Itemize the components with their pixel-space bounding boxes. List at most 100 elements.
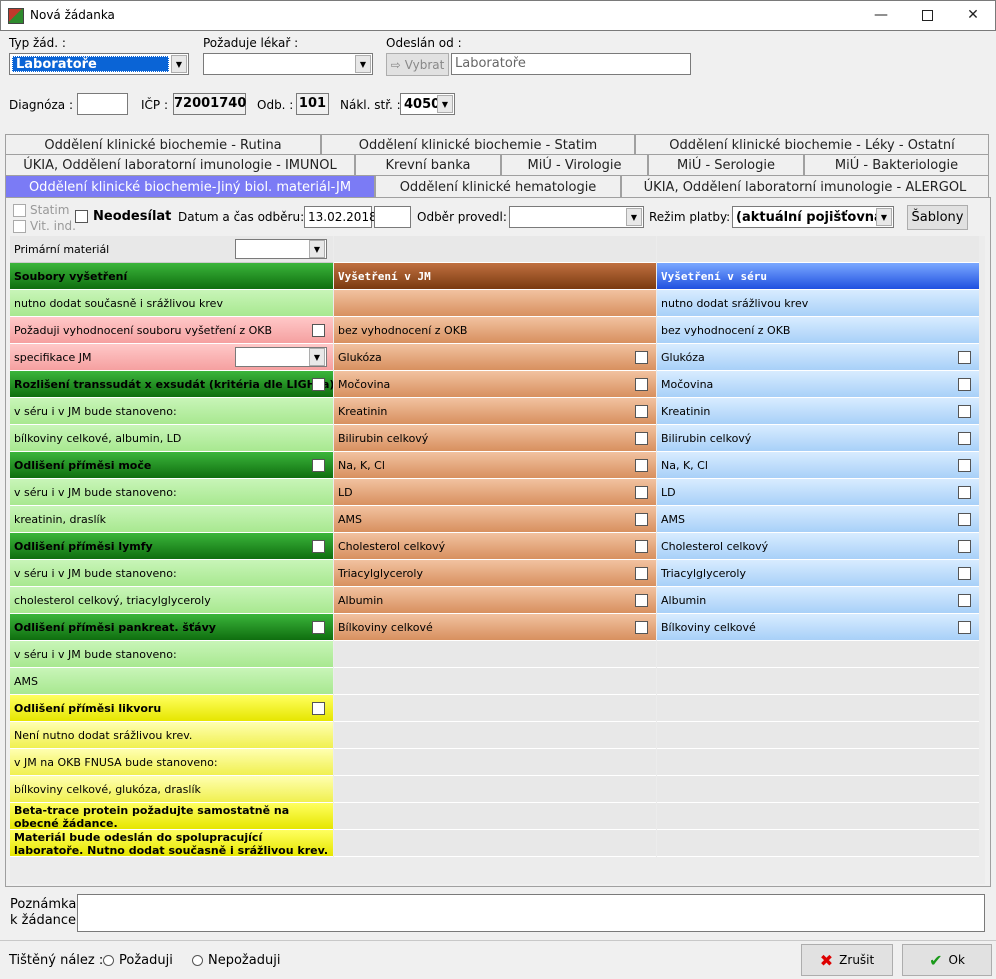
checkbox-icon[interactable]	[958, 540, 971, 553]
typ-select[interactable]: Laboratoře ▼	[9, 53, 189, 75]
checkbox-icon[interactable]	[958, 567, 971, 580]
checkbox-icon[interactable]	[312, 621, 325, 634]
specifikace-select[interactable]: ▼	[235, 347, 327, 367]
exam-checkbox-row[interactable]: Bílkoviny celkové	[657, 614, 979, 641]
exam-checkbox-row[interactable]: AMS	[657, 506, 979, 533]
primarni-select[interactable]: ▼	[235, 239, 327, 259]
checkbox-icon[interactable]	[958, 513, 971, 526]
checkbox-icon[interactable]	[635, 351, 648, 364]
tab-miu-serologie[interactable]: MiÚ - Serologie	[648, 154, 804, 175]
checkbox-icon[interactable]	[958, 432, 971, 445]
exam-checkbox-row[interactable]: LD	[334, 479, 656, 506]
exam-row[interactable]: specifikace JM ▼	[10, 344, 333, 371]
odber-select[interactable]: ▼	[509, 206, 644, 228]
exam-checkbox-row[interactable]: Bílkoviny celkové	[334, 614, 656, 641]
note-input[interactable]	[77, 894, 985, 932]
checkbox-icon[interactable]	[635, 594, 648, 607]
exam-checkbox-row[interactable]: Glukóza	[334, 344, 656, 371]
checkbox-icon[interactable]	[635, 540, 648, 553]
checkbox-icon[interactable]	[635, 567, 648, 580]
nakl-select[interactable]: 4050 ▼	[400, 93, 455, 115]
nakl-label: Nákl. stř. :	[340, 98, 401, 112]
sablony-button[interactable]: Šablony	[907, 205, 968, 230]
checkbox-icon[interactable]	[958, 351, 971, 364]
tab-okb-leky[interactable]: Oddělení klinické biochemie - Léky - Ost…	[635, 134, 989, 155]
checkbox-icon[interactable]	[635, 378, 648, 391]
exam-checkbox-row[interactable]: Triacylglyceroly	[334, 560, 656, 587]
tab-okb-jm[interactable]: Oddělení klinické biochemie-Jiný biol. m…	[5, 175, 375, 198]
exam-checkbox-row[interactable]: Odlišení příměsi pankreat. šťávy	[10, 614, 333, 641]
cas-input[interactable]	[374, 206, 411, 228]
exam-checkbox-row[interactable]: Triacylglyceroly	[657, 560, 979, 587]
exam-checkbox-row[interactable]: Kreatinin	[334, 398, 656, 425]
tab-krevni-banka[interactable]: Krevní banka	[355, 154, 501, 175]
tab-hematologie[interactable]: Oddělení klinické hematologie	[375, 175, 621, 198]
checkbox-icon[interactable]	[958, 486, 971, 499]
note-label: Poznámka k žádance	[10, 897, 76, 929]
nepozaduji-radio[interactable]: Nepožaduji	[192, 953, 280, 968]
exam-checkbox-row[interactable]: Cholesterol celkový	[657, 533, 979, 560]
exam-checkbox-row[interactable]: Močovina	[657, 371, 979, 398]
checkbox-icon[interactable]	[958, 459, 971, 472]
tab-row-2: ÚKIA, Oddělení laboratorní imunologie - …	[5, 154, 991, 175]
exam-checkbox-row[interactable]: Rozlišení transsudát x exsudát (kritéria…	[10, 371, 333, 398]
close-button[interactable]: ✕	[950, 1, 996, 29]
neodesilat-checkbox[interactable]: Neodesílat	[75, 209, 171, 224]
checkbox-icon[interactable]	[312, 324, 325, 337]
exam-checkbox-row[interactable]: AMS	[334, 506, 656, 533]
lekar-select[interactable]: ▼	[203, 53, 373, 75]
ok-button[interactable]: ✔ Ok	[902, 944, 992, 976]
tab-miu-virologie[interactable]: MiÚ - Virologie	[501, 154, 648, 175]
exam-checkbox-row[interactable]: Na, K, Cl	[334, 452, 656, 479]
statim-checkbox[interactable]: Statim	[13, 203, 69, 217]
tab-miu-bakteriologie[interactable]: MiÚ - Bakteriologie	[804, 154, 989, 175]
checkbox-icon[interactable]	[635, 405, 648, 418]
checkbox-icon[interactable]	[958, 378, 971, 391]
exam-checkbox-row[interactable]: Albumin	[334, 587, 656, 614]
exam-checkbox-row[interactable]: Požaduji vyhodnocení souboru vyšetření z…	[10, 317, 333, 344]
exam-row-label: Bílkoviny celkové	[661, 621, 756, 634]
pozaduji-radio[interactable]: Požaduji	[103, 953, 173, 968]
tab-okb-rutina[interactable]: Oddělení klinické biochemie - Rutina	[5, 134, 321, 155]
exam-row-label: Albumin	[661, 594, 707, 607]
exam-checkbox-row[interactable]: Močovina	[334, 371, 656, 398]
exam-checkbox-row[interactable]: Odlišení příměsi moče	[10, 452, 333, 479]
tab-ukia-imunol[interactable]: ÚKIA, Oddělení laboratorní imunologie - …	[5, 154, 355, 175]
maximize-button[interactable]	[904, 1, 950, 29]
vit-ind-checkbox[interactable]: Vit. ind.	[13, 219, 76, 233]
rezim-select[interactable]: (aktuální pojišťovna) ▼	[732, 206, 894, 228]
checkbox-icon[interactable]	[312, 702, 325, 715]
checkbox-icon[interactable]	[635, 513, 648, 526]
exam-checkbox-row[interactable]: Albumin	[657, 587, 979, 614]
exam-checkbox-row[interactable]: Kreatinin	[657, 398, 979, 425]
exam-checkbox-row[interactable]: Odlišení příměsi lymfy	[10, 533, 333, 560]
empty-row	[657, 695, 979, 722]
checkbox-icon[interactable]	[635, 459, 648, 472]
checkbox-icon[interactable]	[312, 540, 325, 553]
checkbox-icon[interactable]	[958, 594, 971, 607]
exam-checkbox-row[interactable]: Bilirubin celkový	[657, 425, 979, 452]
exam-checkbox-row[interactable]: LD	[657, 479, 979, 506]
checkbox-icon[interactable]	[958, 621, 971, 634]
exam-checkbox-row[interactable]: Na, K, Cl	[657, 452, 979, 479]
checkbox-icon[interactable]	[635, 432, 648, 445]
tab-ukia-alergol[interactable]: ÚKIA, Oddělení laboratorní imunologie - …	[621, 175, 989, 198]
exam-row: bez vyhodnocení z OKB	[334, 317, 656, 344]
checkbox-icon[interactable]	[635, 486, 648, 499]
minimize-button[interactable]: —	[858, 1, 904, 29]
exam-checkbox-row[interactable]: Cholesterol celkový	[334, 533, 656, 560]
vybrat-button[interactable]: ⇨ Vybrat	[386, 53, 449, 76]
tab-okb-statim[interactable]: Oddělení klinické biochemie - Statim	[321, 134, 635, 155]
statim-label: Statim	[30, 203, 70, 217]
exam-checkbox-row[interactable]: Glukóza	[657, 344, 979, 371]
checkbox-icon[interactable]	[312, 459, 325, 472]
checkbox-icon[interactable]	[958, 405, 971, 418]
datum-input[interactable]: 13.02.2018	[304, 206, 377, 228]
exam-checkbox-row[interactable]: Odlišení příměsi likvoru	[10, 695, 333, 722]
exam-checkbox-row[interactable]: Bilirubin celkový	[334, 425, 656, 452]
diagnoza-input[interactable]	[77, 93, 128, 115]
checkbox-icon[interactable]	[635, 621, 648, 634]
zrusit-button[interactable]: ✖ Zrušit	[801, 944, 893, 976]
checkbox-icon[interactable]	[312, 378, 325, 391]
exam-row: AMS	[10, 668, 333, 695]
